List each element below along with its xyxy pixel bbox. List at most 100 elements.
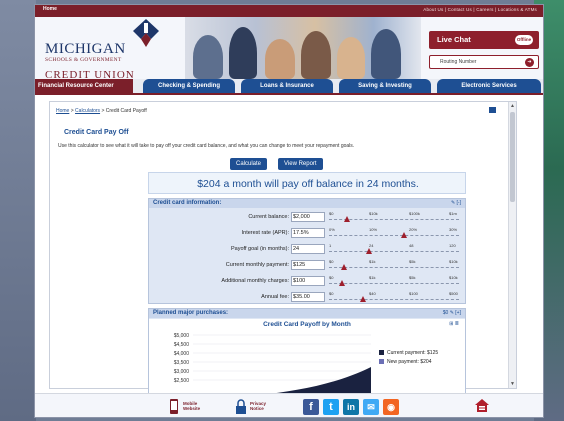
calculate-button[interactable]: Calculate [230,158,268,170]
facebook-icon[interactable]: f [303,399,319,415]
row-slider[interactable]: 1 24 48 120 [329,243,459,256]
privacy-notice-link[interactable]: Privacy Notice [235,399,266,417]
slider-tick-label: $0 [329,291,334,296]
banner-person [337,37,365,79]
row-slider[interactable]: $0 $40 $100 $500 [329,291,459,304]
slider-track[interactable] [329,235,459,236]
equal-housing-icon [475,399,489,412]
main-nav: Financial Resource Center Checking & Spe… [35,79,543,93]
slider-tick-label: $40 [369,291,376,296]
view-report-button[interactable]: View Report [278,158,323,170]
slider-tick-label: 0% [329,227,335,232]
credit-card-panel: Credit card information: ✎ [-] Current b… [148,198,466,304]
chat-offline-badge: Offline [515,35,533,45]
credit-card-row: Current balance: $2,000 $0 $10k $100k $1m [149,209,465,225]
scrollbar-thumb[interactable] [510,112,515,202]
slider-tick-label: 48 [409,243,414,248]
nav-tab-loans[interactable]: Loans & Insurance [241,79,333,93]
header: MICHIGAN SCHOOLS & GOVERNMENT CREDIT UNI… [35,17,543,81]
slider-tick-label: $10k [449,275,458,280]
y-tick-label: $3,000 [174,369,190,375]
row-label: Additional monthly charges: [221,278,289,284]
credit-card-row: Payoff goal (in months): 24 1 24 48 120 [149,241,465,257]
slider-track[interactable] [329,251,459,252]
collapse-icon[interactable]: ✎ [-] [451,200,461,206]
legend-swatch [379,350,384,355]
slider-tick-label: $500 [449,291,458,296]
twitter-icon[interactable]: t [323,399,339,415]
logo-mark-icon [133,19,159,47]
routing-number-label: Routing Number [440,59,477,65]
row-label: Payoff goal (in months): [231,246,289,252]
credit-card-row: Current monthly payment: $125 $0 $1k $5k $10k [149,257,465,273]
breadcrumb: Home > Calculators > Credit Card Payoff [56,108,147,114]
row-slider[interactable]: $0 $10k $100k $1m [329,211,459,224]
slider-thumb[interactable] [400,232,407,238]
privacy-notice-label: Privacy Notice [250,401,267,411]
email-icon[interactable]: ✉ [363,399,379,415]
payoff-chart: Credit Card Payoff by Month ⊞ ≣ $5,000 $4… [149,319,465,397]
row-label: Annual fee: [261,294,289,300]
mobile-website-label: Mobile Website [183,401,201,411]
row-input[interactable]: 24 [291,244,325,254]
planned-purchases-tools[interactable]: $0 ✎ [+] [443,310,461,316]
row-input[interactable]: 17.5% [291,228,325,238]
nav-tab-saving[interactable]: Saving & Investing [339,79,431,93]
row-slider[interactable]: 0% 10% 20% 30% [329,227,459,240]
scrollbar[interactable]: ▲ ▼ [508,102,516,388]
row-input[interactable]: $100 [291,276,325,286]
slider-tick-label: $0 [329,275,334,280]
expand-icon[interactable]: ✎ [+] [450,310,461,316]
top-links[interactable]: About Us | Contact Us | Careers | Locati… [423,7,537,12]
row-input[interactable]: $35.00 [291,292,325,302]
breadcrumb-calculators[interactable]: Calculators [75,108,100,114]
slider-thumb[interactable] [366,248,373,254]
slider-thumb[interactable] [338,280,345,286]
routing-number-box[interactable]: Routing Number ➜ [429,55,539,69]
y-tick-label: $4,500 [174,342,190,348]
nav-tab-electronic[interactable]: Electronic Services [437,79,541,93]
planned-purchases-header[interactable]: Planned major purchases: $0 ✎ [+] [149,309,465,318]
row-slider[interactable]: $0 $1k $5k $10k [329,275,459,288]
credit-card-row: Annual fee: $35.00 $0 $40 $100 $500 [149,289,465,305]
slider-track[interactable] [329,283,459,284]
credit-card-panel-header[interactable]: Credit card information: ✎ [-] [149,199,465,208]
slider-thumb[interactable] [343,216,350,222]
slider-thumb[interactable] [341,264,348,270]
rss-icon[interactable]: ◉ [383,399,399,415]
print-icon[interactable] [489,107,496,113]
live-chat-button[interactable]: Live Chat Offline [429,31,539,49]
slider-tick-label: $0 [329,259,334,264]
breadcrumb-home[interactable]: Home [56,108,69,114]
home-link[interactable]: Home [43,6,57,12]
result-banner: $204 a month will pay off balance in 24 … [148,172,466,194]
logo-michigan[interactable]: MICHIGAN [45,41,126,58]
slider-track[interactable] [329,267,459,268]
linkedin-icon[interactable]: in [343,399,359,415]
slider-tick-label: $1k [369,275,376,280]
nav-financial-resource-center[interactable]: Financial Resource Center [35,79,133,93]
banner-person [371,29,401,79]
slider-tick-label: $5k [409,275,416,280]
logo-schools-government: SCHOOLS & GOVERNMENT [45,57,122,63]
scroll-up-icon[interactable]: ▲ [510,103,515,109]
y-tick-label: $4,000 [174,351,190,357]
slider-tick-label: 30% [449,227,458,232]
banner-person [193,35,223,79]
slider-tick-label: $1k [369,259,376,264]
mobile-website-link[interactable]: Mobile Website [169,399,200,417]
planned-purchases-panel: Planned major purchases: $0 ✎ [+] Credit… [148,308,466,398]
scroll-down-icon[interactable]: ▼ [510,381,515,387]
nav-tab-checking[interactable]: Checking & Spending [143,79,235,93]
row-input[interactable]: $125 [291,260,325,270]
live-chat-label: Live Chat [437,35,471,44]
row-input[interactable]: $2,000 [291,212,325,222]
legend-label: New payment: $204 [387,359,432,365]
slider-tick-label: 120 [449,243,456,248]
slider-track[interactable] [329,299,459,300]
slider-thumb[interactable] [360,296,366,302]
row-slider[interactable]: $0 $1k $5k $10k [329,259,459,272]
legend-label: Current payment: $125 [387,350,439,356]
banner-person [265,39,295,79]
legend-swatch [379,359,384,364]
